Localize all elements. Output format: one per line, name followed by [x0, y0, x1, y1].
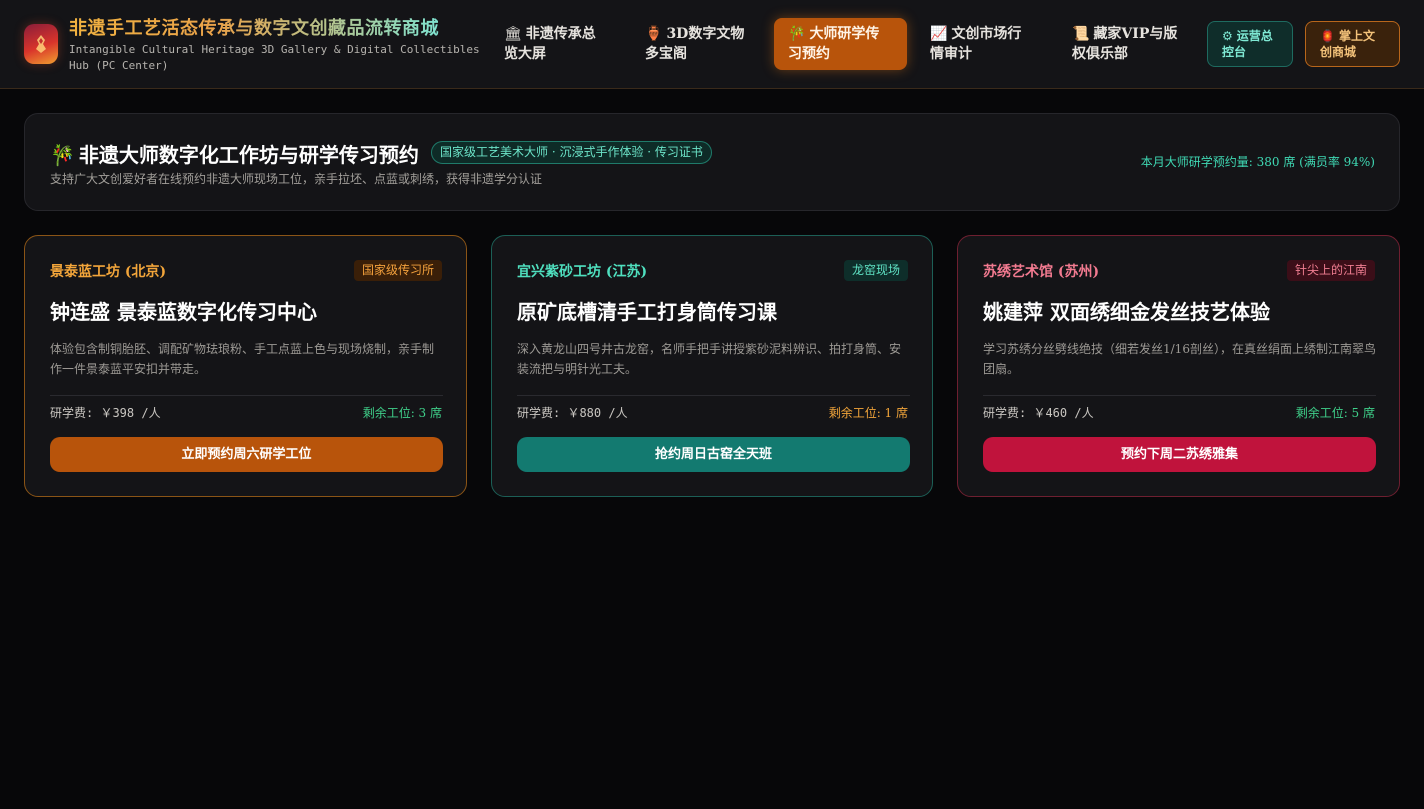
card-title: 姚建萍 双面绣细金发丝技艺体验 — [983, 300, 1270, 324]
card-studio: 苏绣艺术馆 (苏州) — [983, 264, 1100, 280]
bamboo-icon: 🎋 — [788, 26, 806, 42]
gear-icon: ⚙ — [1222, 29, 1233, 43]
banner-title-text: 非遗大师数字化工作坊与研学传习预约 — [78, 143, 419, 167]
banner-badge: 国家级工艺美术大师 · 沉浸式手作体验 · 传习证书 — [431, 141, 712, 164]
banner-title: 🎋 非遗大师数字化工作坊与研学传习预约 — [50, 139, 419, 168]
book-button[interactable]: 抢约周日古窑全天班 — [517, 437, 910, 472]
card-tag: 龙窑现场 — [843, 260, 908, 281]
ops-console-button[interactable]: ⚙ 运营总控台 — [1207, 21, 1293, 67]
card-description: 学习苏绣分丝劈线绝技（细若发丝1/16剖丝），在真丝绢面上绣制江南翠鸟团扇。 — [983, 342, 1376, 376]
bamboo-icon: 🎋 — [50, 143, 75, 167]
chart-up-icon: 📈 — [930, 26, 948, 42]
book-button[interactable]: 预约下周二苏绣雅集 — [983, 437, 1376, 472]
nav-vip-club[interactable]: 📜 藏家VIP与版权俱乐部 — [1058, 18, 1200, 70]
card-seats: 剩余工位: 5 席 — [1295, 406, 1375, 420]
card-studio: 景泰蓝工坊 (北京) — [50, 264, 167, 280]
card-description: 深入黄龙山四号井古龙窑，名师手把手讲授紫砂泥料辨识、拍打身筒、安装流把与明针光工… — [517, 342, 902, 376]
workshop-card-zisha: 宜兴紫砂工坊 (江苏) 龙窑现场 原矿底槽清手工打身筒传习课 深入黄龙山四号井古… — [491, 235, 933, 497]
nav-overview[interactable]: 🏛 非遗传承总览大屏 — [490, 18, 618, 70]
card-divider — [517, 395, 910, 396]
card-title: 原矿底槽清手工打身筒传习课 — [517, 300, 777, 324]
card-description: 体验包含制铜胎胚、调配矿物珐琅粉、手工点蓝上色与现场烧制，亲手制作一件景泰蓝平安… — [50, 342, 435, 376]
scroll-icon: 📜 — [1072, 26, 1090, 42]
card-seats: 剩余工位: 3 席 — [362, 406, 442, 420]
workshop-banner: 🎋 非遗大师数字化工作坊与研学传习预约 国家级工艺美术大师 · 沉浸式手作体验 ·… — [24, 113, 1400, 211]
nav-market-audit[interactable]: 📈 文创市场行情审计 — [916, 18, 1044, 70]
nav-3d-gallery[interactable]: 🏺 3D数字文物多宝阁 — [631, 18, 759, 70]
vase-icon — [36, 35, 46, 53]
brand-logo[interactable] — [24, 24, 58, 64]
book-button[interactable]: 立即预约周六研学工位 — [50, 437, 443, 472]
booking-stat: 本月大师研学预约量: 380 席 (满员率 94%) — [1140, 155, 1375, 169]
banner-description: 支持广大文创爱好者在线预约非遗大师现场工位，亲手拉坯、点蓝或刺绣，获得非遗学分认… — [50, 172, 543, 186]
nav-master-booking[interactable]: 🎋 大师研学传习预约 — [774, 18, 907, 70]
lantern-icon: 🏮 — [1320, 29, 1335, 43]
amphora-icon: 🏺 — [645, 26, 663, 42]
card-seats: 剩余工位: 1 席 — [828, 406, 908, 420]
card-divider — [983, 395, 1376, 396]
card-tag: 国家级传习所 — [353, 260, 442, 281]
brand-title: 非遗手工艺活态传承与数字文创藏品流转商城 — [69, 14, 439, 40]
card-fee: 研学费: ￥460 /人 — [983, 406, 1094, 420]
brand-subtitle: Intangible Cultural Heritage 3D Gallery … — [69, 43, 480, 72]
card-studio: 宜兴紫砂工坊 (江苏) — [517, 264, 648, 280]
card-fee: 研学费: ￥398 /人 — [50, 406, 161, 420]
mobile-shop-button[interactable]: 🏮 掌上文创商城 — [1305, 21, 1400, 67]
workshop-card-embroidery: 苏绣艺术馆 (苏州) 针尖上的江南 姚建萍 双面绣细金发丝技艺体验 学习苏绣分丝… — [957, 235, 1400, 497]
card-title: 钟连盛 景泰蓝数字化传习中心 — [50, 300, 317, 324]
workshop-card-cloisonne: 景泰蓝工坊 (北京) 国家级传习所 钟连盛 景泰蓝数字化传习中心 体验包含制铜胎… — [24, 235, 467, 497]
museum-icon: 🏛 — [504, 26, 522, 42]
card-tag: 针尖上的江南 — [1286, 260, 1375, 281]
top-header: 非遗手工艺活态传承与数字文创藏品流转商城 Intangible Cultural… — [0, 0, 1424, 89]
card-divider — [50, 395, 443, 396]
card-fee: 研学费: ￥880 /人 — [517, 406, 628, 420]
